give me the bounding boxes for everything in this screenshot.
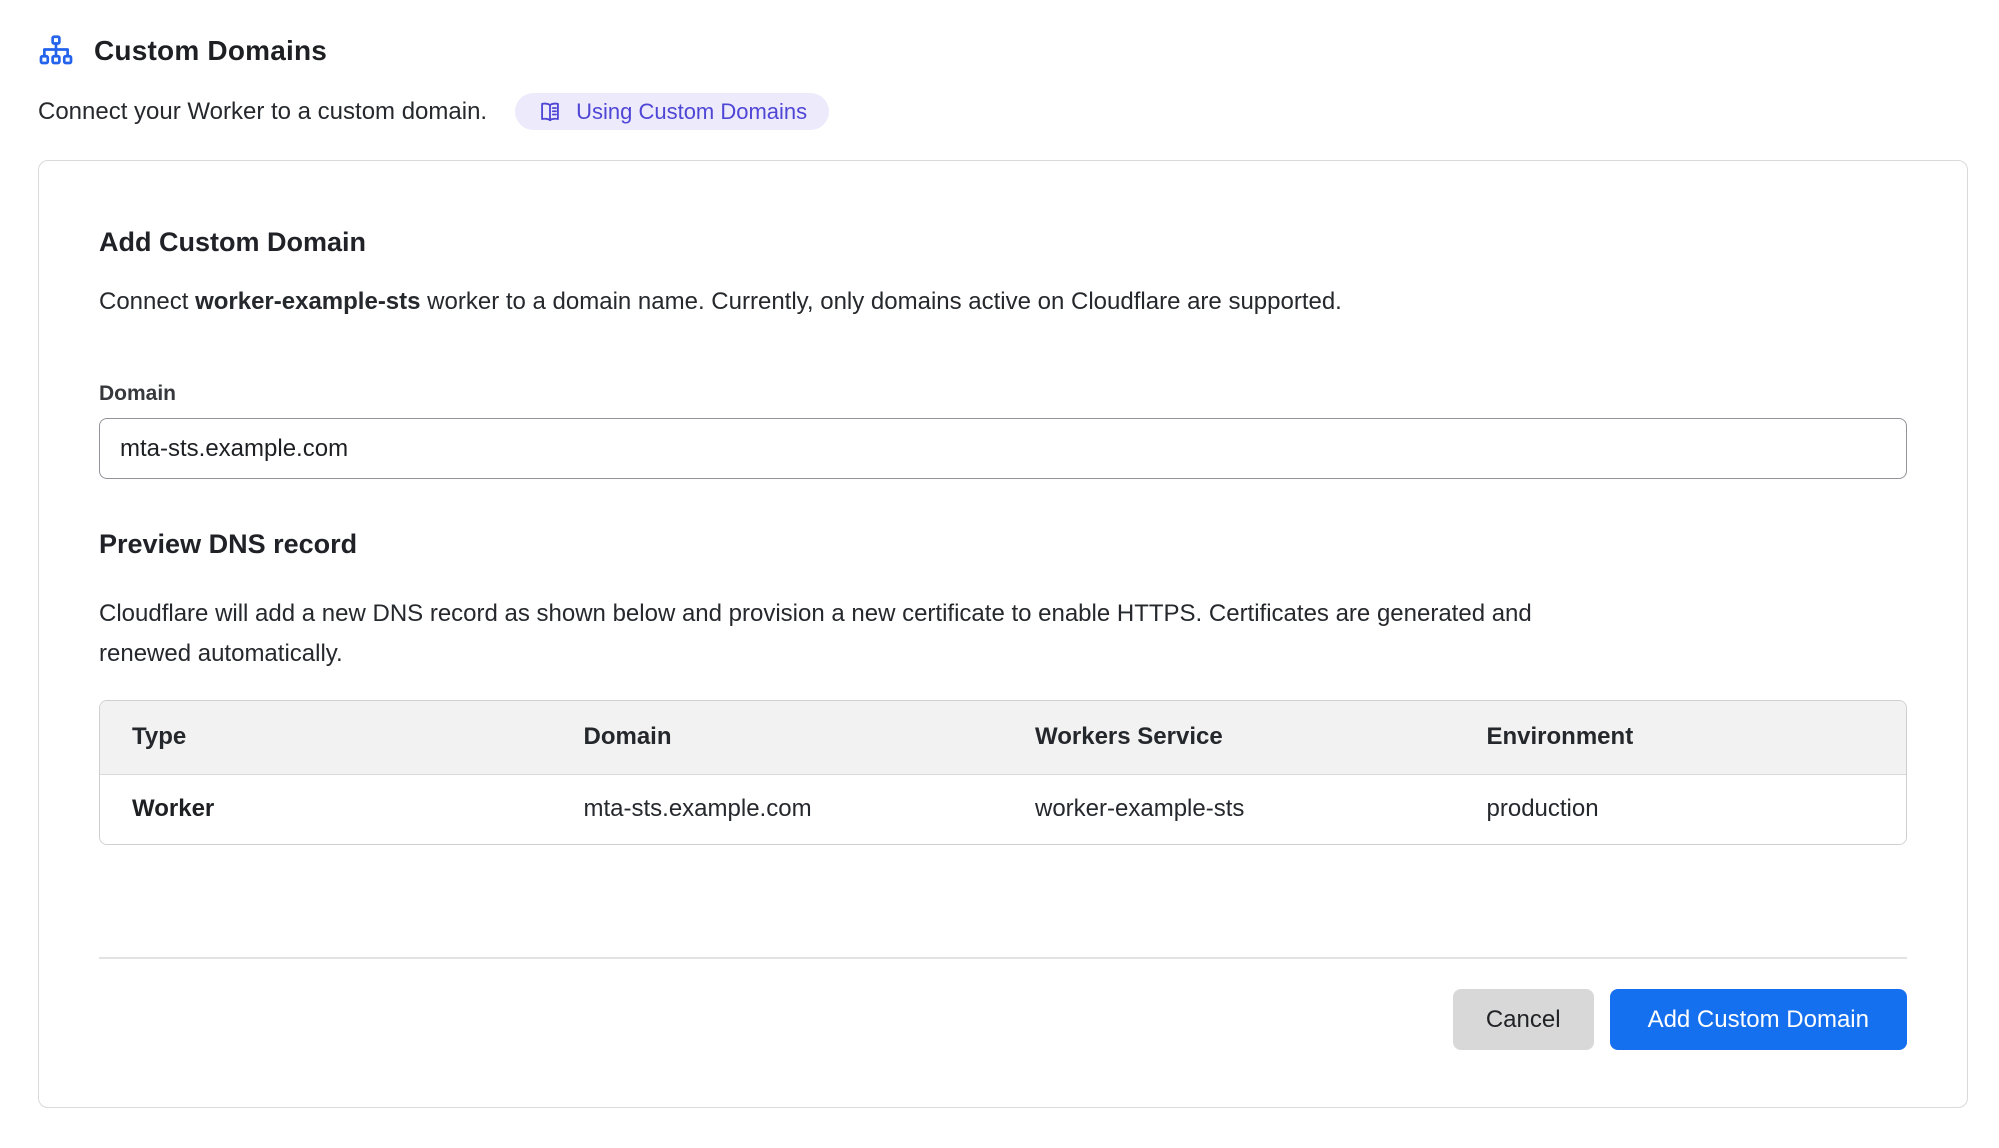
page-header: Custom Domains	[38, 31, 1961, 71]
card-description: Connect worker-example-sts worker to a d…	[99, 288, 1907, 316]
description-prefix: Connect	[99, 288, 195, 315]
add-custom-domain-button[interactable]: Add Custom Domain	[1610, 989, 1907, 1050]
sitemap-icon	[38, 33, 74, 69]
cancel-button[interactable]: Cancel	[1453, 989, 1594, 1050]
column-header-domain: Domain	[552, 701, 1004, 774]
cell-environment: production	[1455, 774, 1907, 844]
card-heading: Add Custom Domain	[99, 227, 1907, 258]
column-header-workers-service: Workers Service	[1003, 701, 1455, 774]
table-header-row: Type Domain Workers Service Environment	[100, 701, 1906, 774]
cell-workers-service: worker-example-sts	[1003, 774, 1455, 844]
domain-input[interactable]	[99, 418, 1907, 479]
footer-divider	[99, 957, 1907, 959]
subtitle-row: Connect your Worker to a custom domain. …	[38, 93, 1961, 130]
cell-type: Worker	[100, 774, 552, 844]
worker-name: worker-example-sts	[195, 288, 420, 315]
description-suffix: worker to a domain name. Currently, only…	[421, 288, 1342, 315]
preview-dns-heading: Preview DNS record	[99, 529, 1907, 560]
add-custom-domain-card: Add Custom Domain Connect worker-example…	[38, 160, 1968, 1108]
cell-domain: mta-sts.example.com	[552, 774, 1004, 844]
docs-link-badge[interactable]: Using Custom Domains	[515, 93, 829, 130]
table-row: Worker mta-sts.example.com worker-exampl…	[100, 774, 1906, 844]
preview-dns-description: Cloudflare will add a new DNS record as …	[99, 594, 1559, 674]
docs-link-label: Using Custom Domains	[576, 99, 807, 125]
dns-preview-table: Type Domain Workers Service Environment …	[99, 700, 1907, 845]
column-header-environment: Environment	[1455, 701, 1907, 774]
open-book-icon	[537, 99, 563, 125]
column-header-type: Type	[100, 701, 552, 774]
page-title: Custom Domains	[94, 35, 327, 67]
page-subtitle: Connect your Worker to a custom domain.	[38, 98, 487, 126]
card-actions: Cancel Add Custom Domain	[99, 989, 1907, 1050]
domain-field-label: Domain	[99, 382, 1907, 406]
